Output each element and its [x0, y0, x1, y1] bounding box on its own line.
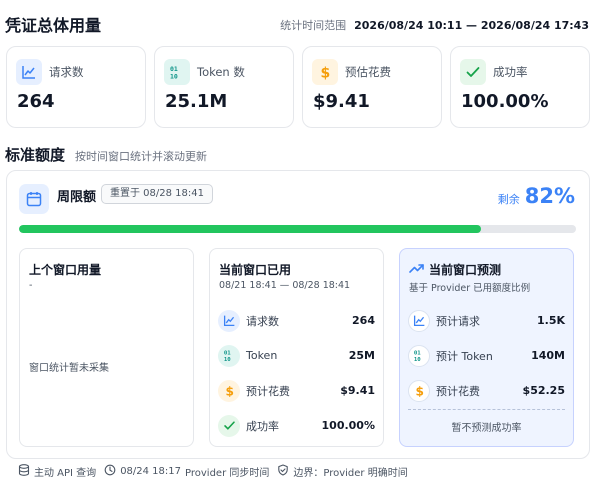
metric-row: 01 10 预计 Token 140M: [408, 338, 565, 373]
stat-label: 预估花费: [345, 65, 391, 79]
time-range: 统计时间范围 2026/08/24 10:11 — 2026/08/24 17:4…: [280, 17, 589, 33]
stat-card-success: 成功率 100.00%: [450, 46, 590, 128]
boundary-label: 边界：Provider 明确时间: [293, 467, 408, 479]
metric-label: Token: [246, 349, 278, 362]
svg-text:10: 10: [413, 357, 420, 362]
quota-progress-bar: [19, 225, 576, 233]
panel-subtitle: 08/21 18:41 — 08/28 18:41: [219, 280, 351, 291]
binary-icon: 01 10: [218, 344, 240, 367]
check-icon: [218, 414, 240, 437]
panel-title-text: 当前窗口预测: [429, 263, 502, 277]
metric-row: 预计请求 1.5K: [408, 303, 565, 338]
footer-meta: 主动 API 查询 08/24 18:17 Provider 同步时间 边界：P…: [18, 463, 416, 479]
clock-icon: [104, 464, 116, 479]
svg-text:$: $: [321, 66, 331, 81]
dollar-icon: $: [312, 59, 338, 85]
remaining: 剩余 82%: [498, 184, 575, 208]
stat-label: 成功率: [493, 65, 528, 79]
stat-value: 264: [17, 91, 55, 112]
page-title: 凭证总体用量: [5, 16, 102, 35]
sync-label: Provider 同步时间: [185, 467, 270, 479]
metric-value: 1.5K: [536, 314, 565, 327]
stat-card-tokens: 01 10 Token 数 25.1M: [154, 46, 294, 128]
chart-line-icon: [408, 309, 430, 332]
binary-icon: 01 10: [164, 59, 190, 85]
metric-value: 25M: [348, 349, 375, 362]
forecast-window-panel: 当前窗口预测 基于 Provider 已用额度比例 预计请求 1.5K 01 10…: [399, 248, 574, 447]
section-subtitle: 按时间窗口统计并滚动更新: [75, 150, 208, 163]
dollar-icon: $: [408, 379, 430, 402]
metric-value: $9.41: [340, 384, 375, 397]
chart-line-icon: [218, 309, 240, 332]
panel-subtitle: 基于 Provider 已用额度比例: [409, 283, 531, 294]
metric-value: 100.00%: [321, 419, 375, 432]
database-icon: [18, 463, 30, 479]
svg-text:10: 10: [170, 73, 178, 81]
svg-text:01: 01: [223, 351, 230, 357]
previous-window-panel: 上个窗口用量 - 窗口统计暂未采集: [19, 248, 194, 447]
metric-value: 264: [352, 314, 375, 327]
metric-label: 请求数: [246, 314, 279, 328]
check-icon: [460, 59, 486, 85]
empty-message: 窗口统计暂未采集: [29, 363, 109, 374]
remaining-value: 82%: [524, 184, 575, 208]
source-label: 主动 API 查询: [34, 467, 97, 479]
stat-card-cost: $ 预估花费 $9.41: [302, 46, 442, 128]
remaining-label: 剩余: [497, 193, 520, 206]
panel-title: 当前窗口已用: [219, 263, 292, 277]
svg-text:10: 10: [223, 357, 230, 362]
stat-card-requests: 请求数 264: [6, 46, 146, 128]
metric-row: 成功率 100.00%: [218, 408, 375, 443]
calendar-icon: [19, 184, 49, 214]
metric-label: 预计花费: [246, 384, 290, 398]
reset-badge: 重置于 08/28 18:41: [101, 184, 213, 204]
section-header: 标准额度 按时间窗口统计并滚动更新: [5, 144, 207, 164]
shield-check-icon: [277, 463, 289, 479]
binary-icon: 01 10: [408, 344, 430, 367]
sync-item: 08/24 18:17 Provider 同步时间: [104, 464, 269, 479]
section-title: 标准额度: [5, 146, 66, 164]
stat-value: $9.41: [313, 91, 370, 112]
forecast-note: 暂不预测成功率: [451, 423, 522, 434]
page-header: 凭证总体用量 统计时间范围 2026/08/24 10:11 — 2026/08/…: [5, 12, 589, 38]
metric-label: 预计 Token: [436, 349, 493, 363]
svg-text:01: 01: [413, 351, 420, 357]
svg-text:$: $: [415, 384, 423, 397]
stat-label: Token 数: [197, 65, 245, 79]
time-range-label: 统计时间范围: [280, 19, 347, 32]
current-window-panel: 当前窗口已用 08/21 18:41 — 08/28 18:41 请求数 264…: [209, 248, 384, 447]
metric-row: $ 预计花费 $9.41: [218, 373, 375, 408]
svg-text:$: $: [225, 384, 233, 397]
trend-up-icon: [409, 262, 424, 277]
metric-value: $52.25: [522, 384, 565, 397]
chart-line-icon: [16, 59, 42, 85]
quota-progress-fill: [19, 225, 482, 233]
stat-value: 100.00%: [461, 91, 549, 112]
metric-label: 预计花费: [436, 384, 480, 398]
stat-label: 请求数: [49, 65, 84, 79]
metric-label: 成功率: [246, 419, 279, 433]
time-range-value: 2026/08/24 10:11 — 2026/08/24 17:43: [354, 19, 589, 32]
panel-subtitle: -: [29, 280, 33, 291]
metric-row: 请求数 264: [218, 303, 375, 338]
stat-value: 25.1M: [165, 91, 228, 112]
metric-row: 01 10 Token 25M: [218, 338, 375, 373]
dollar-icon: $: [218, 379, 240, 402]
quota-title: 周限额: [57, 190, 97, 205]
sync-time: 08/24 18:17: [120, 465, 182, 477]
panel-title: 上个窗口用量: [29, 263, 102, 277]
metric-value: 140M: [531, 349, 565, 362]
source-item: 主动 API 查询: [18, 463, 97, 479]
metric-label: 预计请求: [436, 314, 480, 328]
metric-row: $ 预计花费 $52.25: [408, 373, 565, 408]
stats-row: 请求数 264 01 10 Token 数 25.1M $ 预估花费 $9.41 …: [6, 46, 590, 128]
boundary-item: 边界：Provider 明确时间: [277, 463, 408, 479]
divider: [408, 409, 565, 410]
weekly-quota-card: 周限额 重置于 08/28 18:41 剩余 82% 上个窗口用量 - 窗口统计…: [6, 170, 590, 459]
panel-title: 当前窗口预测: [409, 261, 501, 278]
